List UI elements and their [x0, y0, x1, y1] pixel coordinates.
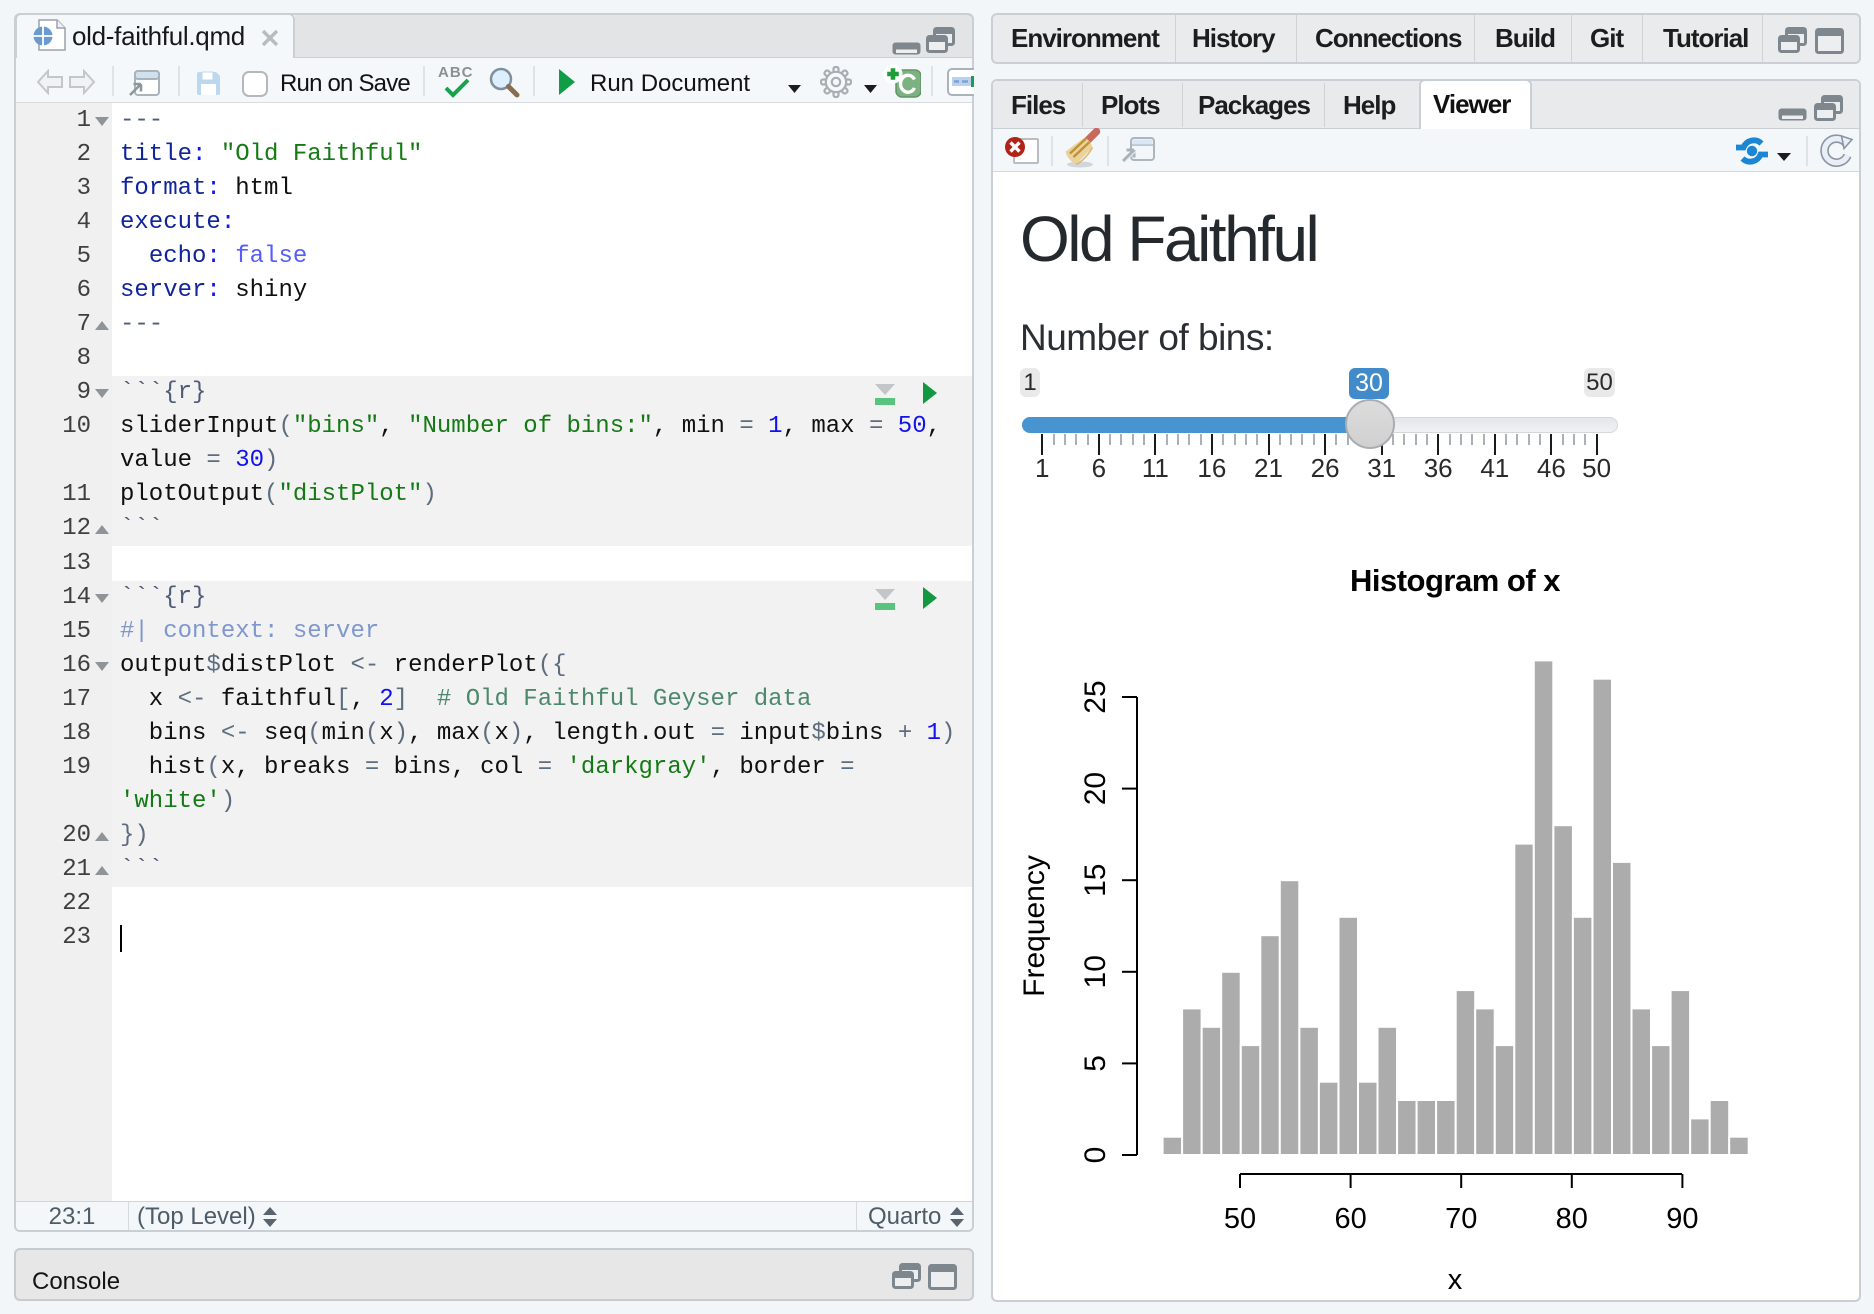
svg-text:Histogram of x: Histogram of x: [1350, 563, 1561, 598]
svg-text:90: 90: [1666, 1203, 1698, 1235]
svg-text:80: 80: [1556, 1203, 1588, 1235]
svg-text:Frequency: Frequency: [1018, 855, 1051, 997]
svg-text:15: 15: [1079, 864, 1112, 897]
svg-text:5: 5: [1079, 1055, 1112, 1072]
svg-text:0: 0: [1079, 1147, 1112, 1164]
svg-text:70: 70: [1445, 1203, 1477, 1235]
svg-text:10: 10: [1079, 955, 1112, 988]
svg-text:60: 60: [1334, 1203, 1366, 1235]
svg-text:50: 50: [1224, 1203, 1256, 1235]
svg-text:25: 25: [1079, 680, 1112, 713]
svg-text:20: 20: [1079, 772, 1112, 805]
svg-text:x: x: [1448, 1264, 1463, 1296]
